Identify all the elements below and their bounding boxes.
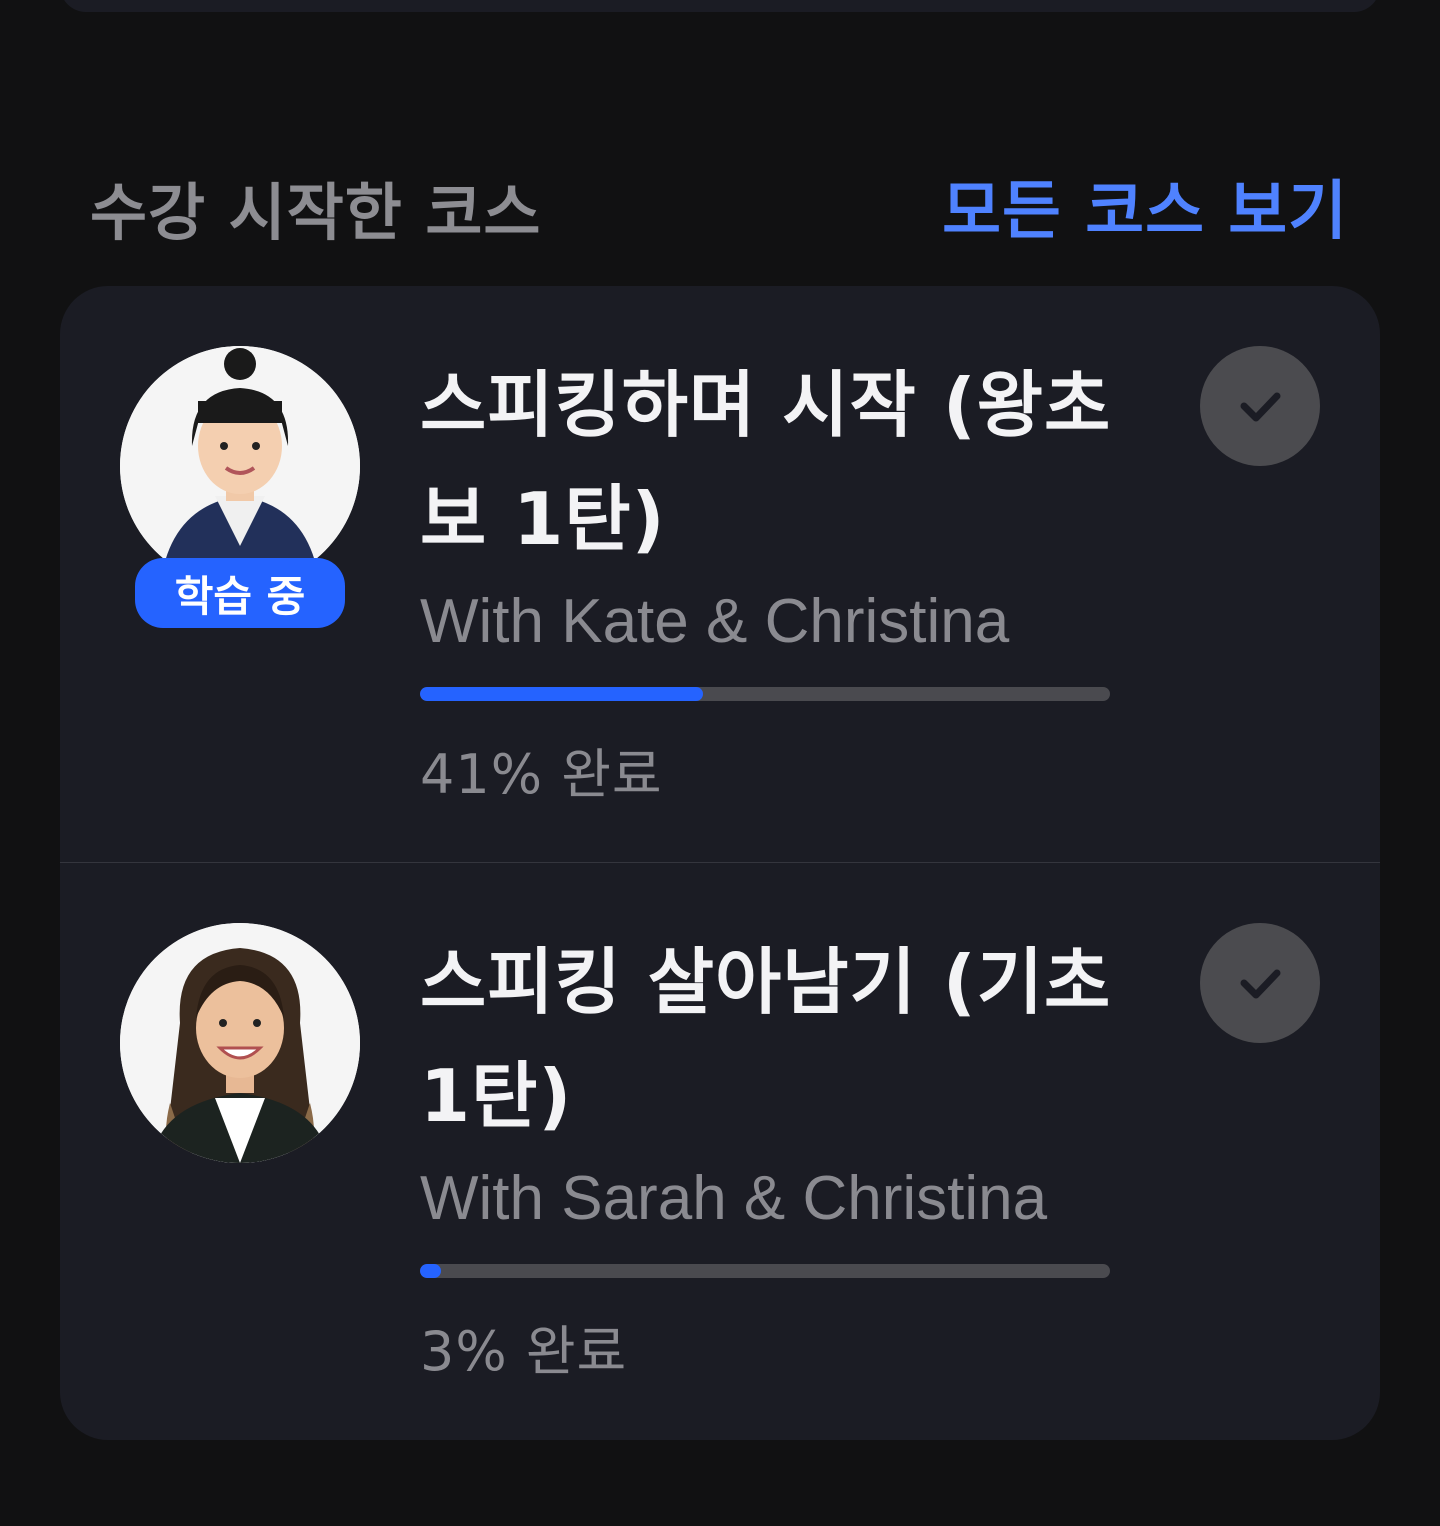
course-item[interactable]: 학습 중 스피킹하며 시작 (왕초보 1탄) With Kate & Chris… <box>60 286 1380 862</box>
check-icon <box>1240 392 1281 422</box>
complete-check-button[interactable] <box>1200 346 1320 466</box>
section-title: 수강 시작한 코스 <box>90 176 542 249</box>
instructor-photo <box>120 923 360 1163</box>
course-instructors: With Kate & Christina <box>420 587 1010 656</box>
view-all-courses-link[interactable]: 모든 코스 보기 <box>942 160 1348 252</box>
course-instructors: With Sarah & Christina <box>420 1164 1048 1233</box>
instructor-avatar-wrap: 학습 중 <box>120 346 360 636</box>
progress-label: 3% 완료 <box>420 1320 628 1383</box>
instructor-avatar <box>120 923 360 1163</box>
progress-bar <box>420 1264 1110 1278</box>
course-title: 스피킹하며 시작 (왕초보 1탄) <box>420 363 1112 561</box>
progress-label: 41% 완료 <box>420 743 663 806</box>
started-courses-card: 학습 중 스피킹하며 시작 (왕초보 1탄) With Kate & Chris… <box>60 286 1380 1440</box>
progress-fill <box>420 687 703 701</box>
section-header: 수강 시작한 코스 모든 코스 보기 <box>0 150 1440 250</box>
learning-badge: 학습 중 <box>135 558 345 628</box>
progress-fill <box>420 1264 441 1278</box>
course-title: 스피킹 살아남기 (기초 1탄) <box>420 940 1112 1138</box>
instructor-photo <box>120 346 360 586</box>
progress-bar <box>420 687 1110 701</box>
instructor-avatar-wrap <box>120 923 360 1213</box>
course-item[interactable]: 스피킹 살아남기 (기초 1탄) With Sarah & Christina … <box>60 863 1380 1439</box>
instructor-avatar <box>120 346 360 586</box>
complete-check-button[interactable] <box>1200 923 1320 1043</box>
previous-card-edge <box>60 0 1380 12</box>
courses-screen: 수강 시작한 코스 모든 코스 보기 학습 중 스피킹하며 시작 (왕초보 1탄… <box>0 0 1440 1526</box>
check-icon <box>1240 969 1281 999</box>
